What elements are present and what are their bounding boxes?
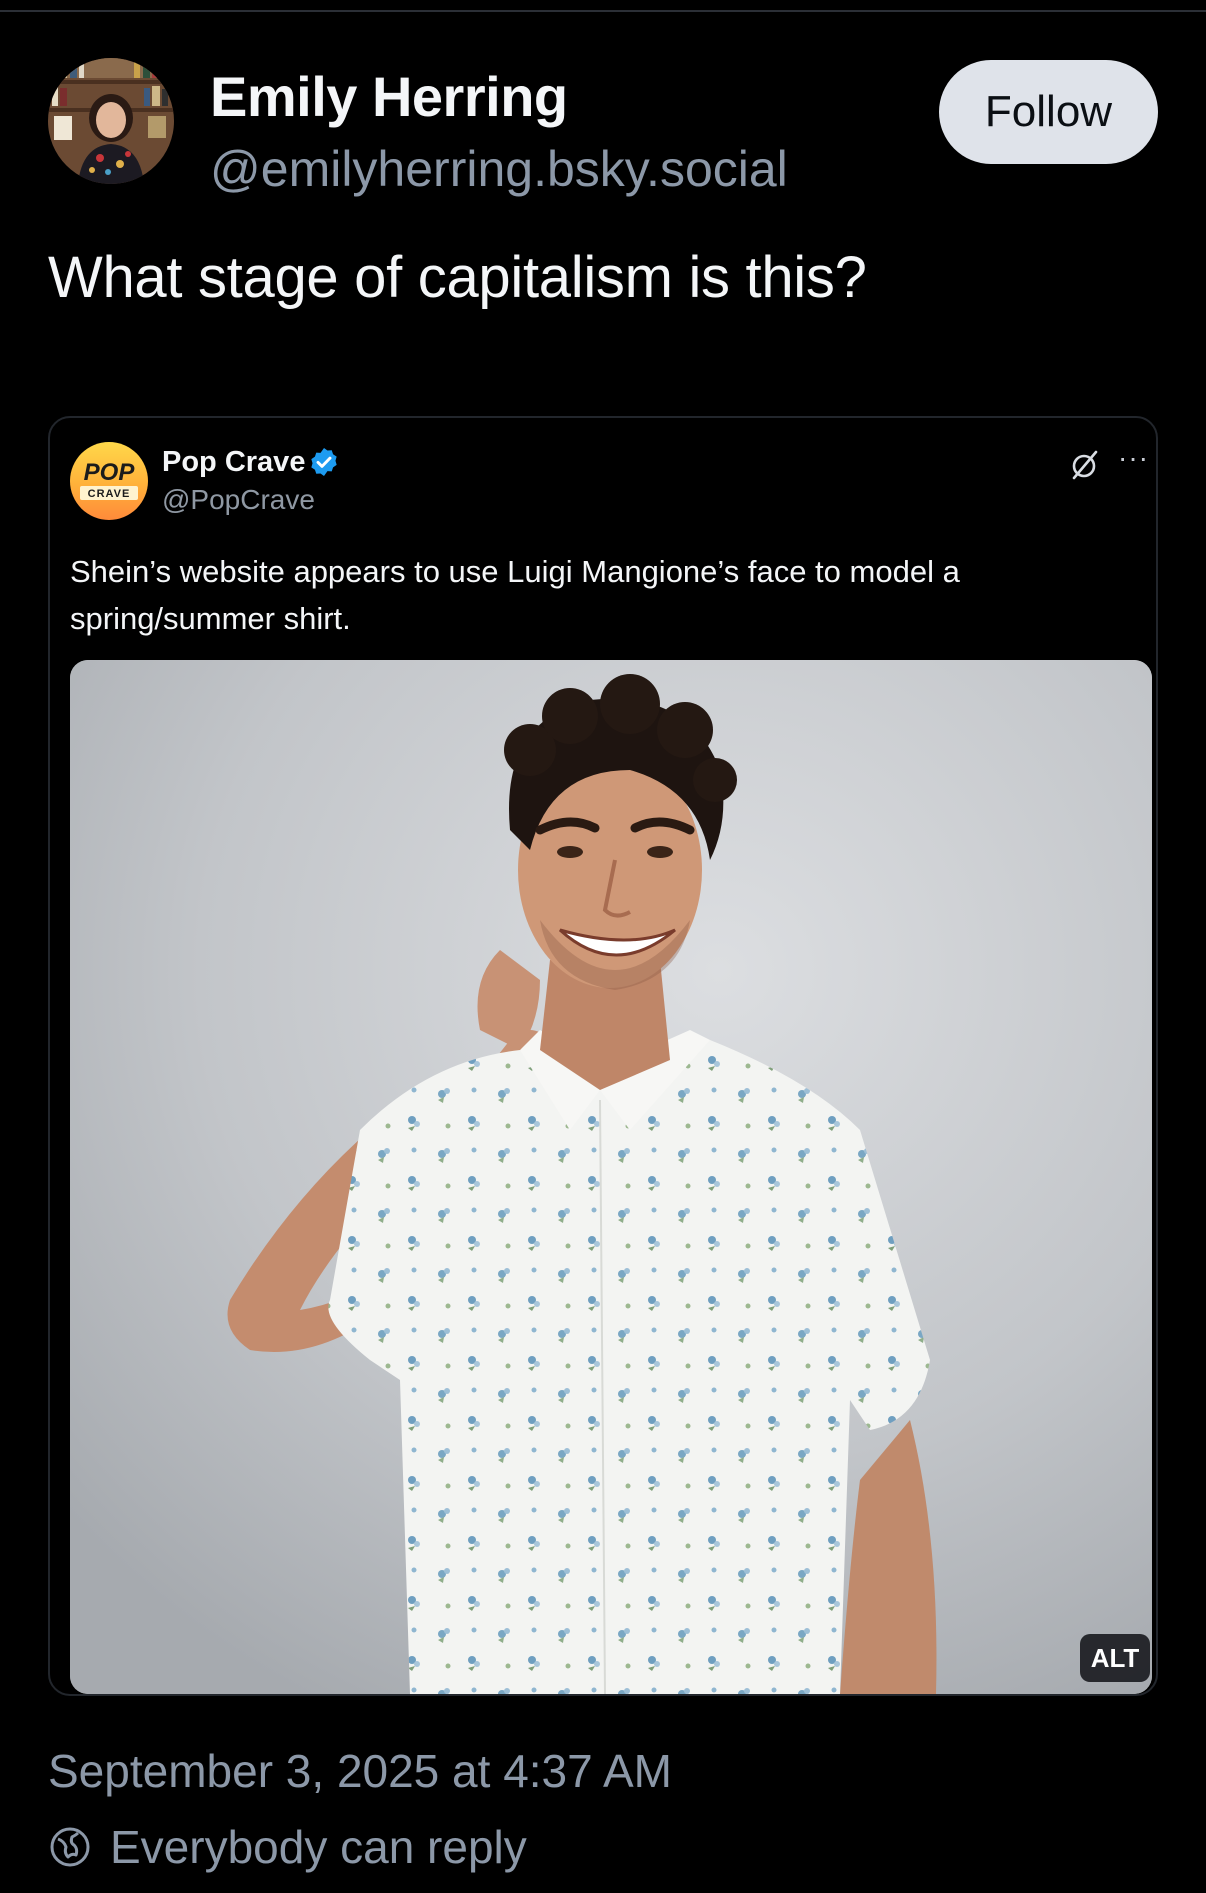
top-divider: [0, 10, 1206, 12]
quoted-post-card[interactable]: POP CRAVE Pop Crave @PopCrave ··· Shein’…: [48, 416, 1158, 1696]
grok-icon[interactable]: [1068, 448, 1102, 482]
pop-crave-logo[interactable]: POP CRAVE: [70, 442, 148, 520]
post-text: What stage of capitalism is this?: [48, 245, 867, 310]
reply-setting-label: Everybody can reply: [110, 1821, 527, 1873]
post-timestamp: September 3, 2025 at 4:37 AM: [48, 1745, 672, 1797]
quoted-post-text: Shein’s website appears to use Luigi Man…: [70, 554, 960, 636]
quoted-author-handle[interactable]: @PopCrave: [162, 484, 315, 516]
quoted-author-name[interactable]: Pop Crave: [162, 446, 305, 479]
logo-bottom-text: CRAVE: [88, 488, 131, 500]
reply-setting: Everybody can reply: [48, 1820, 527, 1874]
verified-badge-icon: [311, 448, 337, 476]
author-avatar[interactable]: [48, 58, 174, 184]
more-icon[interactable]: ···: [1118, 442, 1149, 474]
earth-icon: [50, 1827, 90, 1867]
follow-button[interactable]: Follow: [939, 60, 1158, 164]
logo-top-text: POP: [84, 459, 136, 486]
author-handle[interactable]: @emilyherring.bsky.social: [210, 140, 788, 198]
author-name[interactable]: Emily Herring: [210, 64, 568, 129]
alt-badge[interactable]: ALT: [1080, 1634, 1150, 1682]
quoted-post-image[interactable]: [70, 660, 1152, 1694]
